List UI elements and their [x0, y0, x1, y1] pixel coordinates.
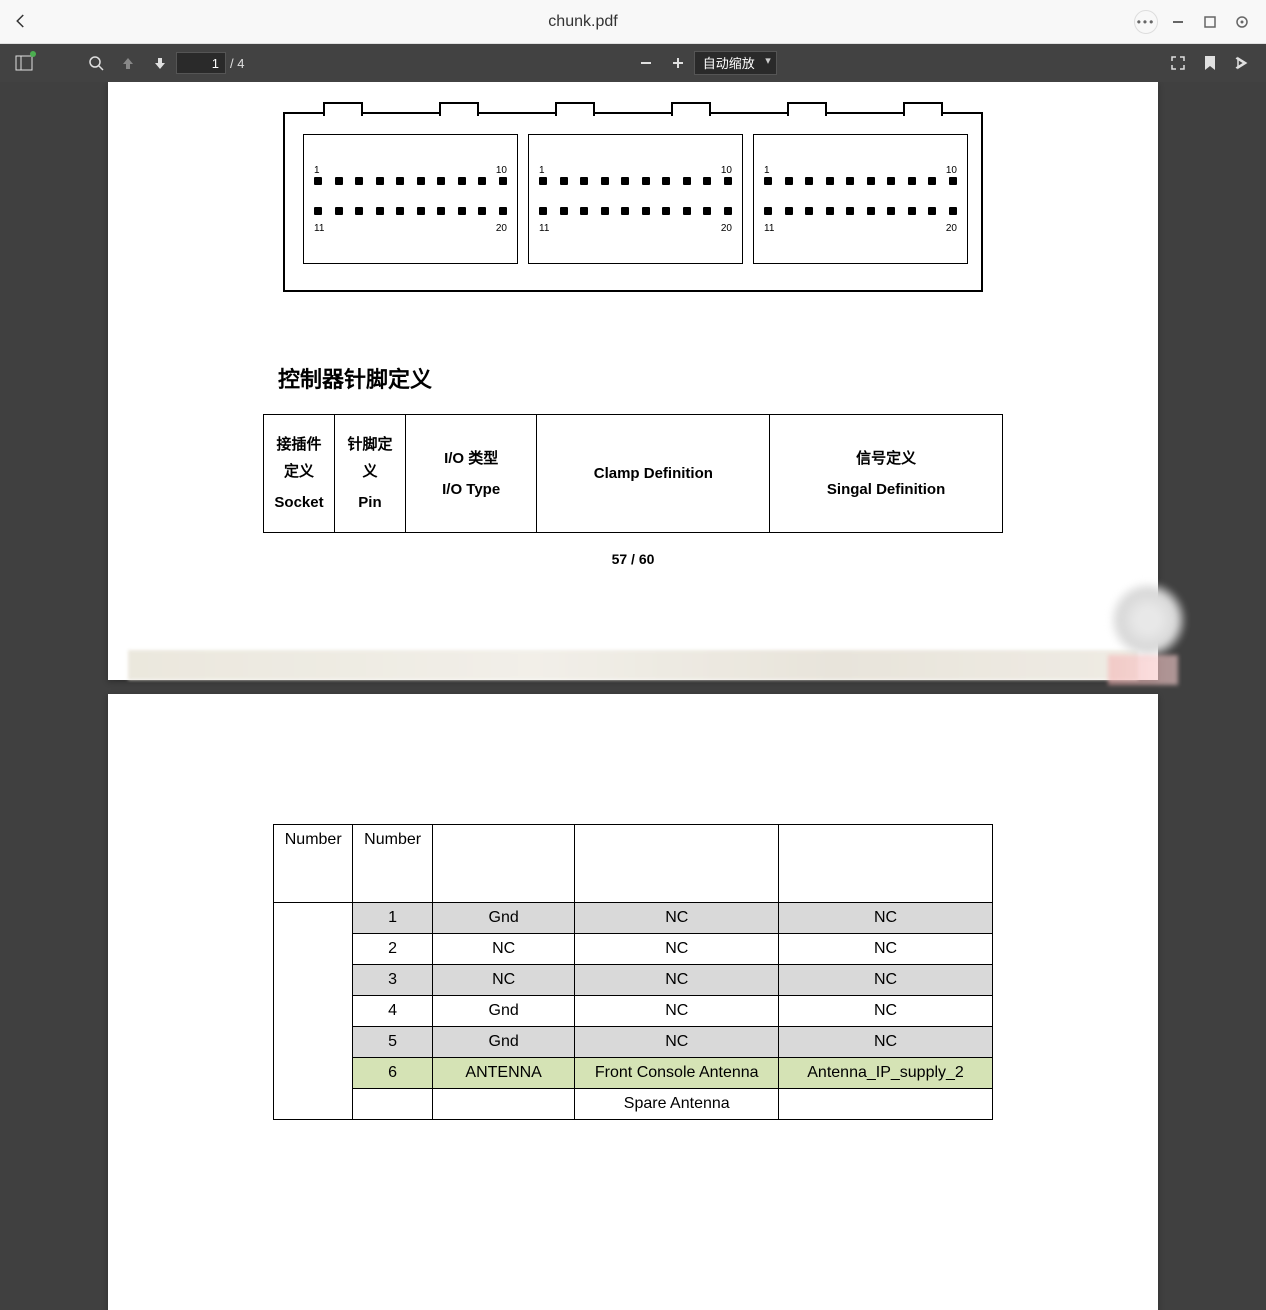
table-cell: NC [432, 965, 575, 996]
table-row: Spare Antenna [274, 1089, 993, 1120]
window-controls: ••• [1134, 10, 1254, 34]
table-cell: 6 [353, 1058, 432, 1089]
fullscreen-button[interactable] [1164, 49, 1192, 77]
pdf-page-2: Number Number 1GndNCNC2NCNCNC3NCNCNC4Gnd… [108, 694, 1158, 1310]
zoom-select[interactable]: 自动缩放 [694, 51, 777, 75]
window-titlebar: chunk.pdf ••• [0, 0, 1266, 44]
table-cell: NC [779, 965, 993, 996]
table-cell: NC [432, 934, 575, 965]
page-down-button[interactable] [146, 49, 174, 77]
table-cell: NC [575, 965, 779, 996]
watermark-blur [1108, 580, 1188, 660]
table-cell: NC [575, 1027, 779, 1058]
table-cell: ANTENNA [432, 1058, 575, 1089]
notification-dot-icon [30, 51, 36, 57]
table-cell: Gnd [432, 903, 575, 934]
table-cell: NC [779, 996, 993, 1027]
bookmark-button[interactable] [1196, 49, 1224, 77]
definition-table: 接插件定义 Socket 针脚定义 Pin I/O 类型 I/O Type Cl… [263, 414, 1003, 533]
connector-diagram: 1 10 11 20 1 10 11 20 1 10 11 20 [283, 112, 983, 302]
table-row: 接插件定义 Socket 针脚定义 Pin I/O 类型 I/O Type Cl… [264, 415, 1003, 533]
table-cell: NC [575, 996, 779, 1027]
table-cell: 5 [353, 1027, 432, 1058]
page-indicator: 57 / 60 [148, 551, 1118, 567]
minimize-button[interactable] [1166, 10, 1190, 34]
table-cell: Antenna_IP_supply_2 [779, 1058, 993, 1089]
redacted-strip [128, 650, 1138, 680]
table-row: 6ANTENNAFront Console AntennaAntenna_IP_… [274, 1058, 993, 1089]
document-title: chunk.pdf [32, 13, 1134, 31]
table-row: 1GndNCNC [274, 903, 993, 934]
pdf-toolbar: / 4 自动缩放 [0, 44, 1266, 82]
watermark-blur [1108, 655, 1178, 685]
table-cell: NC [779, 1027, 993, 1058]
maximize-button[interactable] [1198, 10, 1222, 34]
table-cell [353, 1089, 432, 1120]
page-up-button[interactable] [114, 49, 142, 77]
page-total: / 4 [230, 56, 244, 71]
more-button[interactable]: ••• [1134, 10, 1158, 34]
table-cell: 1 [353, 903, 432, 934]
pdf-page-1: 1 10 11 20 1 10 11 20 1 10 11 20 [108, 82, 1158, 680]
tools-button[interactable] [1228, 49, 1256, 77]
target-button[interactable] [1230, 10, 1254, 34]
table-cell: NC [779, 903, 993, 934]
table-row: 3NCNCNC [274, 965, 993, 996]
search-button[interactable] [82, 49, 110, 77]
table-cell: 4 [353, 996, 432, 1027]
table-cell [779, 1089, 993, 1120]
table-cell: Gnd [432, 996, 575, 1027]
table-cell [432, 1089, 575, 1120]
table-cell: 3 [353, 965, 432, 996]
zoom-out-button[interactable] [632, 49, 660, 77]
table-row: 2NCNCNC [274, 934, 993, 965]
table-cell: Spare Antenna [575, 1089, 779, 1120]
pdf-viewer[interactable]: 1 10 11 20 1 10 11 20 1 10 11 20 [0, 82, 1266, 1310]
page-input[interactable] [176, 52, 226, 74]
table-cell: Gnd [432, 1027, 575, 1058]
table-header-row: Number Number [274, 825, 993, 903]
socket-cell [274, 903, 353, 1120]
table-row: 4GndNCNC [274, 996, 993, 1027]
zoom-in-button[interactable] [664, 49, 692, 77]
sidebar-toggle-button[interactable] [10, 49, 38, 77]
table-cell: NC [575, 934, 779, 965]
table-cell: 2 [353, 934, 432, 965]
pin-table: Number Number 1GndNCNC2NCNCNC3NCNCNC4Gnd… [273, 824, 993, 1120]
back-button[interactable] [12, 12, 32, 32]
section-title: 控制器针脚定义 [278, 362, 1118, 394]
table-cell: Front Console Antenna [575, 1058, 779, 1089]
table-cell: NC [779, 934, 993, 965]
table-row: 5GndNCNC [274, 1027, 993, 1058]
table-cell: NC [575, 903, 779, 934]
